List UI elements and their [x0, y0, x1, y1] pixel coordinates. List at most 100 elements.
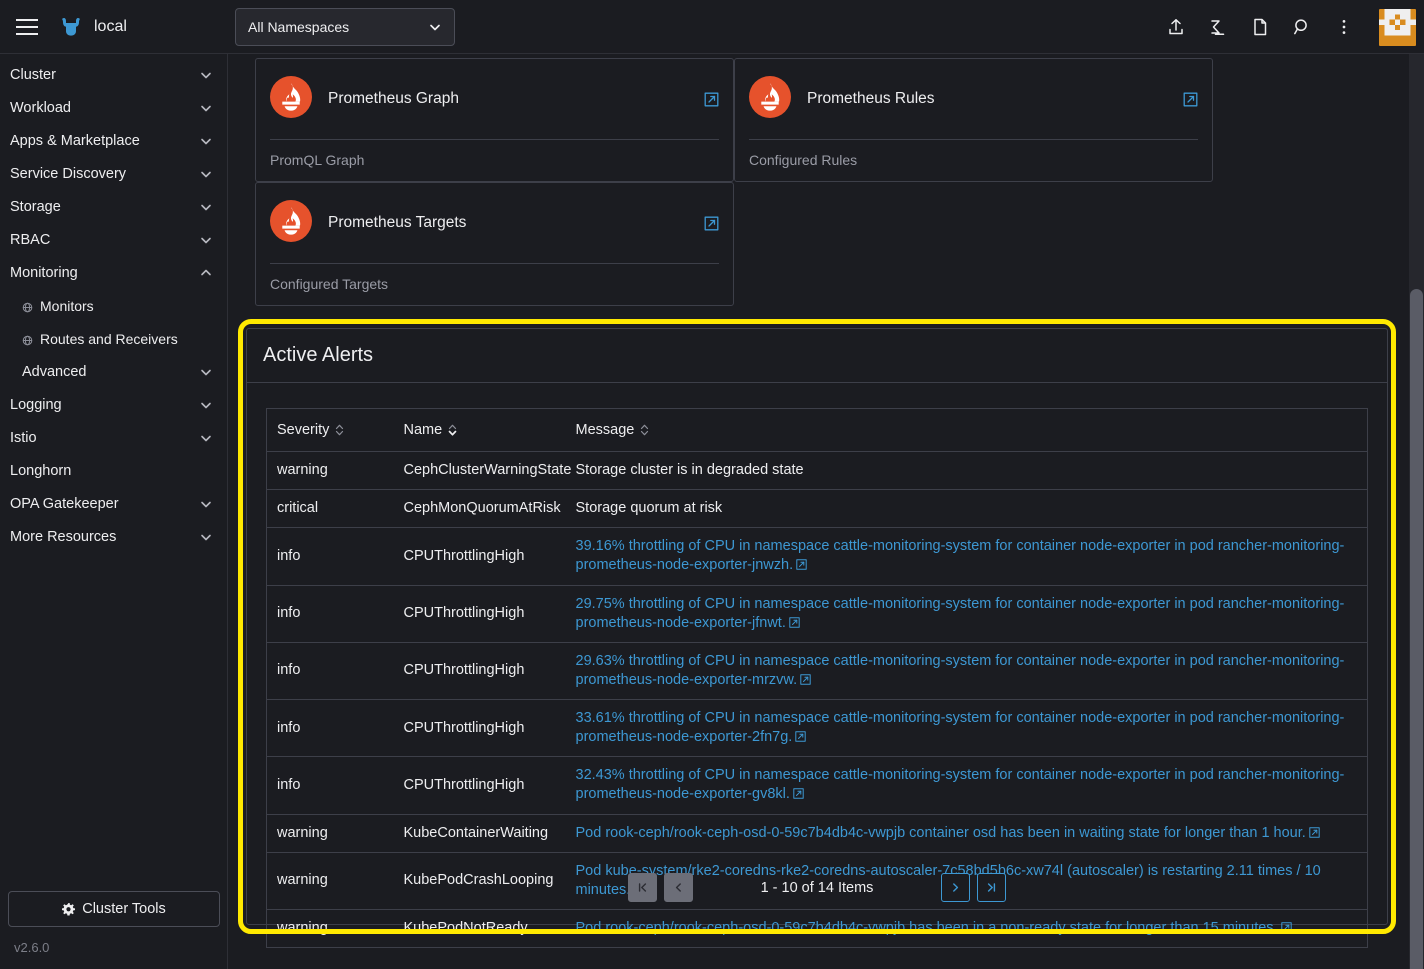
external-link-icon[interactable] [795, 729, 807, 742]
message-link[interactable]: Pod rook-ceph/rook-ceph-osd-0-59c7b4db4c… [576, 920, 1278, 936]
external-link-icon[interactable] [789, 615, 800, 628]
external-link-icon[interactable] [796, 557, 807, 571]
cell-name: CPUThrottlingHigh [393, 756, 566, 815]
sort-icon-active [448, 423, 457, 437]
cluster-name-label: local [94, 17, 127, 35]
alerts-table-container: Severity Name Message warning CephCluste… [247, 383, 1387, 948]
file-icon[interactable] [1247, 14, 1273, 40]
first-page-button[interactable] [627, 873, 657, 902]
table-row: info CPUThrottlingHigh 29.63% throttling… [266, 642, 1368, 701]
last-page-button[interactable] [977, 873, 1007, 902]
hamburger-menu-icon[interactable] [0, 0, 54, 54]
sidebar-item-more-resources[interactable]: More Resources [0, 520, 227, 553]
card-title: Prometheus Rules [807, 90, 935, 107]
message-link[interactable]: 33.61% throttling of CPU in namespace ca… [576, 710, 1345, 745]
card-header: Prometheus Rules [735, 59, 1212, 139]
sidebar-item-label: Istio [10, 429, 37, 446]
message-link[interactable]: 29.75% throttling of CPU in namespace ca… [576, 596, 1345, 631]
column-header-severity[interactable]: Severity [266, 408, 394, 452]
external-link-icon[interactable] [1280, 920, 1292, 933]
sidebar-item-monitoring[interactable]: Monitoring [0, 256, 227, 289]
sidebar-item-label: Monitors [40, 297, 94, 314]
next-page-button[interactable] [941, 873, 971, 902]
message-link[interactable]: Pod rook-ceph/rook-ceph-osd-0-59c7b4db4c… [576, 825, 1306, 841]
sort-icon [640, 423, 649, 437]
cell-message: Pod rook-ceph/rook-ceph-osd-0-59c7b4db4c… [565, 814, 1368, 853]
chevron-down-icon [428, 20, 442, 34]
external-link-icon[interactable] [704, 216, 719, 231]
sidebar-item-label: Longhorn [10, 462, 72, 479]
cluster-tools-button[interactable]: Cluster Tools [8, 891, 220, 927]
namespace-selector-value: All Namespaces [248, 19, 350, 35]
table-row: info CPUThrottlingHigh 33.61% throttling… [266, 699, 1368, 758]
sidebar-item-logging[interactable]: Logging [0, 388, 227, 421]
table-row: warning KubeContainerWaiting Pod rook-ce… [266, 814, 1368, 853]
external-link-icon[interactable] [1309, 825, 1320, 838]
sidebar-item-apps-marketplace[interactable]: Apps & Marketplace [0, 124, 227, 157]
external-link-icon[interactable] [800, 672, 811, 685]
sidebar-item-istio[interactable]: Istio [0, 421, 227, 454]
chevron-down-icon [199, 134, 213, 148]
message-link[interactable]: 39.16% throttling of CPU in namespace ca… [576, 538, 1345, 573]
external-link-icon[interactable] [793, 786, 804, 800]
sidebar-item-routes-and-receivers[interactable]: Routes and Receivers [0, 322, 227, 355]
sidebar-item-workload[interactable]: Workload [0, 91, 227, 124]
sidebar-item-rbac[interactable]: RBAC [0, 223, 227, 256]
sidebar-item-opa-gatekeeper[interactable]: OPA Gatekeeper [0, 487, 227, 520]
prometheus-icon [270, 199, 312, 247]
sidebar-item-service-discovery[interactable]: Service Discovery [0, 157, 227, 190]
cell-severity: warning [266, 814, 394, 853]
sidebar-item-longhorn[interactable]: Longhorn [0, 454, 227, 487]
message-link[interactable]: 29.63% throttling of CPU in namespace ca… [576, 653, 1345, 688]
cell-message: Storage cluster is in degraded state [565, 451, 1368, 491]
pagination-range-label: 1 - 10 of 14 Items [760, 879, 874, 896]
chevron-down-icon [199, 233, 213, 247]
pagination: 1 - 10 of 14 Items [247, 873, 1387, 902]
sidebar-item-label: Advanced [22, 363, 87, 380]
sidebar-item-cluster[interactable]: Cluster [0, 58, 227, 91]
sidebar-item-storage[interactable]: Storage [0, 190, 227, 223]
prometheus-rules-card[interactable]: Prometheus Rules Configured Rules [734, 58, 1213, 182]
sidebar: Cluster Workload Apps & Marketplace Serv… [0, 54, 228, 969]
external-link-icon[interactable] [1183, 92, 1198, 107]
terminal-prompt-icon[interactable] [1205, 14, 1231, 40]
cell-name: CephMonQuorumAtRisk [393, 489, 566, 529]
page-title: Active Alerts [263, 344, 374, 366]
sidebar-nav: Cluster Workload Apps & Marketplace Serv… [0, 54, 227, 553]
sidebar-item-advanced[interactable]: Advanced [0, 355, 227, 388]
prev-page-button[interactable] [663, 873, 693, 902]
page-scrollbar-track[interactable] [1409, 54, 1424, 969]
chevron-down-icon [199, 167, 213, 181]
sidebar-item-label: Cluster [10, 66, 56, 83]
column-header-message[interactable]: Message [565, 408, 1368, 452]
prometheus-targets-card[interactable]: Prometheus Targets Configured Targets [255, 182, 734, 306]
column-header-name[interactable]: Name [393, 408, 566, 452]
cell-message: 29.63% throttling of CPU in namespace ca… [565, 642, 1368, 701]
message-link[interactable]: 32.43% throttling of CPU in namespace ca… [576, 767, 1345, 802]
table-row: info CPUThrottlingHigh 29.75% throttling… [266, 585, 1368, 643]
page-scrollbar-thumb[interactable] [1410, 289, 1423, 969]
cell-severity: info [266, 527, 394, 586]
chevron-down-icon [199, 431, 213, 445]
table-row: warning CephClusterWarningState Storage … [266, 451, 1368, 491]
gear-icon [62, 902, 76, 916]
cell-message: Storage quorum at risk [565, 489, 1368, 529]
search-icon[interactable] [1289, 14, 1315, 40]
column-label: Severity [277, 422, 330, 438]
cell-severity: info [266, 699, 394, 758]
brand[interactable]: local [58, 14, 127, 40]
prometheus-icon [270, 75, 312, 123]
kebab-menu-icon[interactable] [1331, 14, 1357, 40]
sidebar-item-label: Logging [10, 396, 62, 413]
cell-name: KubePodNotReady [403, 919, 528, 936]
namespace-selector[interactable]: All Namespaces [235, 8, 455, 46]
card-subtitle: PromQL Graph [270, 152, 365, 168]
pagination-prev-group [627, 873, 693, 902]
prometheus-graph-card[interactable]: Prometheus Graph PromQL Graph [255, 58, 734, 182]
message-text: Storage cluster is in degraded state [575, 462, 804, 478]
upload-icon[interactable] [1163, 14, 1189, 40]
sidebar-item-monitors[interactable]: Monitors [0, 289, 227, 322]
external-link-icon[interactable] [704, 92, 719, 107]
user-avatar[interactable] [1373, 8, 1416, 46]
card-subtitle: Configured Targets [270, 276, 389, 292]
